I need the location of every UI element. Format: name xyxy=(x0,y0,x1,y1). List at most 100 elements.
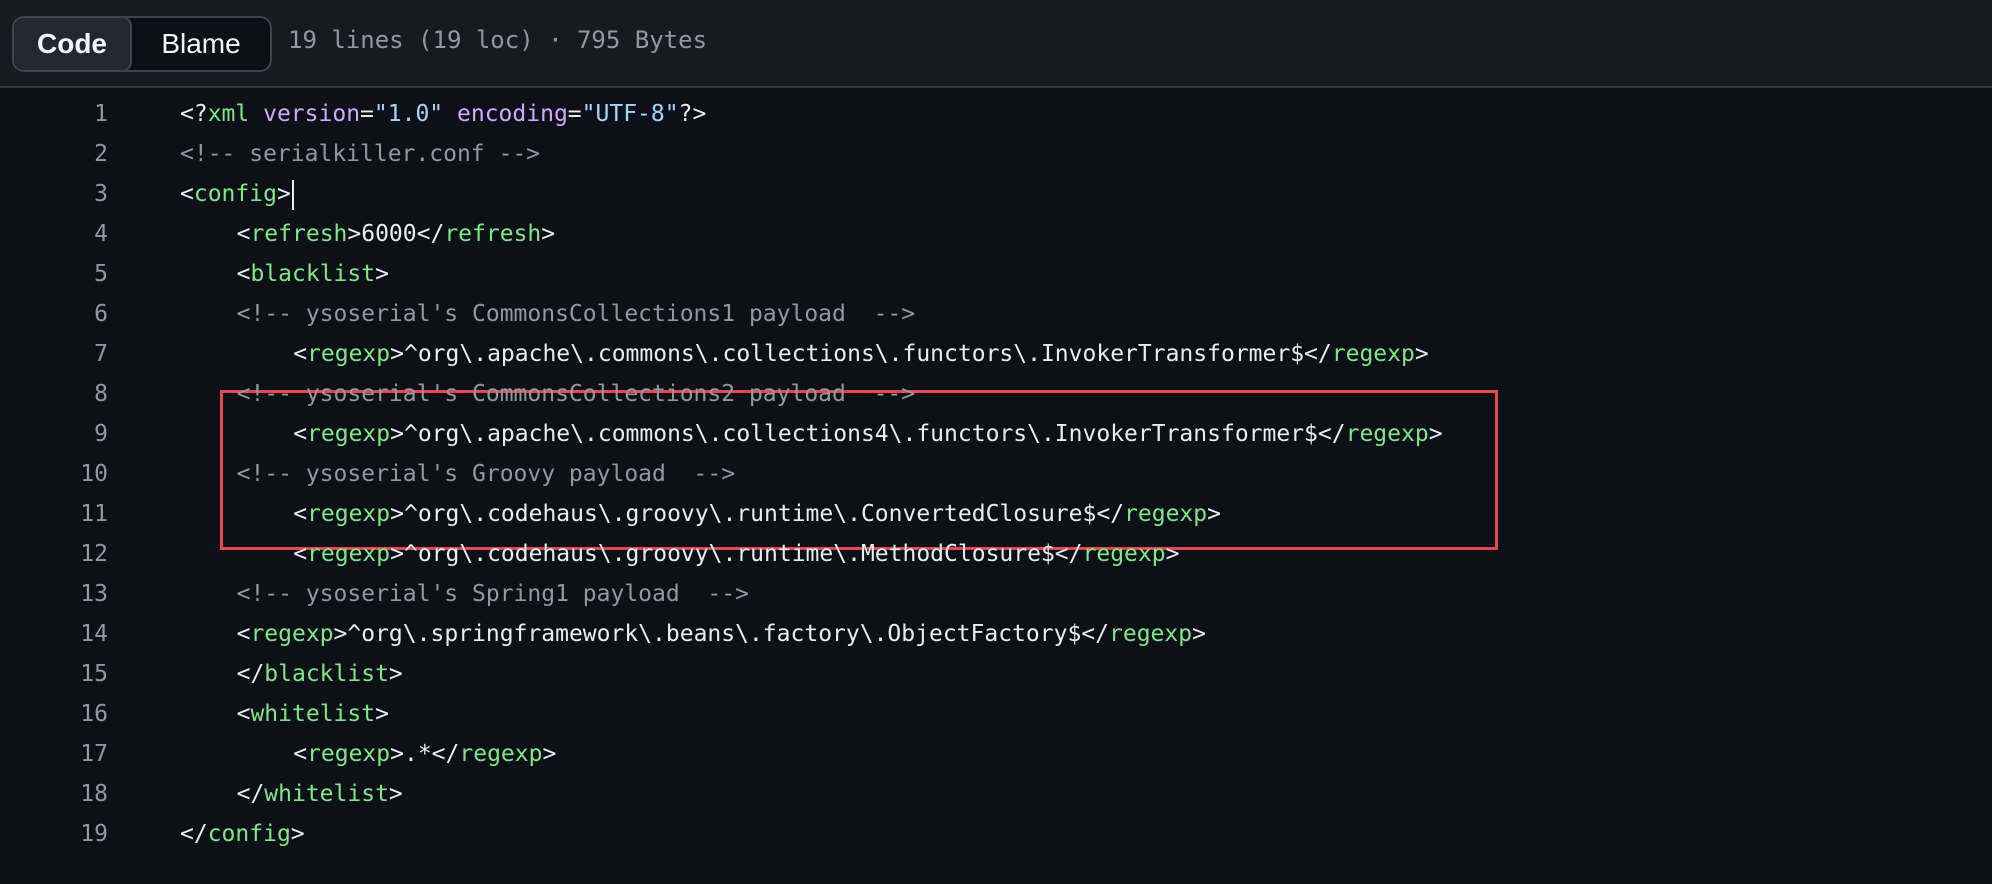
code-line: 18 </whitelist> xyxy=(0,774,1992,814)
code-comment: <!-- ysoserial's CommonsCollections1 pay… xyxy=(236,301,916,327)
code-text: < xyxy=(236,221,251,247)
line-number[interactable]: 13 xyxy=(40,574,108,614)
code-text: > xyxy=(388,781,403,807)
code-tag-name: regexp xyxy=(307,421,391,447)
code-text: >^org\.codehaus\.groovy\.runtime\.Method… xyxy=(390,541,1083,567)
code-text: </ xyxy=(236,781,265,807)
line-number[interactable]: 1 xyxy=(40,94,108,134)
code-line-content: <config> xyxy=(180,174,294,214)
line-number[interactable]: 11 xyxy=(40,494,108,534)
code-tag-name: regexp xyxy=(1345,421,1429,447)
line-number[interactable]: 5 xyxy=(40,254,108,294)
code-line-content: <!-- ysoserial's CommonsCollections1 pay… xyxy=(180,294,916,334)
code-text: > xyxy=(375,261,389,287)
code-text: < xyxy=(293,741,308,767)
line-number[interactable]: 14 xyxy=(40,614,108,654)
code-text: >^org\.codehaus\.groovy\.runtime\.Conver… xyxy=(390,501,1125,527)
code-text: >^org\.apache\.commons\.collections\.fun… xyxy=(390,341,1332,367)
code-string: "1.0" xyxy=(373,101,444,127)
code-line: 11 <regexp>^org\.codehaus\.groovy\.runtim… xyxy=(0,494,1992,534)
blame-tab-button[interactable]: Blame xyxy=(132,18,270,70)
code-attribute: encoding xyxy=(457,101,568,127)
line-number[interactable]: 6 xyxy=(40,294,108,334)
code-string: "UTF-8" xyxy=(581,101,679,127)
code-line-content: <regexp>.*</regexp> xyxy=(180,734,556,774)
line-number[interactable]: 12 xyxy=(40,534,108,574)
code-line-content: </blacklist> xyxy=(180,654,403,694)
line-number[interactable]: 3 xyxy=(40,174,108,214)
code-line: 4 <refresh>6000</refresh> xyxy=(0,214,1992,254)
code-text: ?> xyxy=(678,101,707,127)
line-number[interactable]: 18 xyxy=(40,774,108,814)
code-line-content: </config> xyxy=(180,814,305,854)
code-text: > xyxy=(290,821,305,847)
code-line: 8 <!-- ysoserial's CommonsCollections2 pa… xyxy=(0,374,1992,414)
line-number[interactable]: 9 xyxy=(40,414,108,454)
code-text: < xyxy=(293,501,308,527)
code-tag-name: whitelist xyxy=(264,781,389,807)
code-text: < xyxy=(180,181,194,207)
file-header: Code Blame 19 lines (19 loc) · 795 Bytes xyxy=(0,0,1992,88)
code-attribute: version xyxy=(263,101,361,127)
view-toggle: Code Blame xyxy=(12,16,272,72)
code-tab-button[interactable]: Code xyxy=(14,18,132,70)
line-number[interactable]: 2 xyxy=(40,134,108,174)
code-comment: <!-- ysoserial's CommonsCollections2 pay… xyxy=(236,381,916,407)
code-text: > xyxy=(1428,421,1443,447)
code-line: 5 <blacklist> xyxy=(0,254,1992,294)
code-tag-name: regexp xyxy=(250,621,334,647)
line-number[interactable]: 7 xyxy=(40,334,108,374)
code-line-content: </whitelist> xyxy=(180,774,403,814)
code-view[interactable]: 1 <?xml version="1.0" encoding="UTF-8"?> 2… xyxy=(0,88,1992,884)
code-text: = xyxy=(567,101,582,127)
code-comment: <!-- serialkiller.conf --> xyxy=(180,141,541,167)
code-tag-name: regexp xyxy=(1109,621,1193,647)
code-text: > xyxy=(541,221,556,247)
code-line: 9 <regexp>^org\.apache\.commons\.collecti… xyxy=(0,414,1992,454)
line-number[interactable]: 10 xyxy=(40,454,108,494)
code-tag-name: regexp xyxy=(307,501,391,527)
code-line: 13 <!-- ysoserial's Spring1 payload --> xyxy=(0,574,1992,614)
code-tag-name: refresh xyxy=(444,221,542,247)
code-text: = xyxy=(360,101,374,127)
code-tag-name: xml xyxy=(207,101,250,127)
code-line: 7 <regexp>^org\.apache\.commons\.collecti… xyxy=(0,334,1992,374)
code-text: >.*</ xyxy=(390,741,460,767)
code-line-content: <whitelist> xyxy=(180,694,389,734)
code-line-content: <refresh>6000</refresh> xyxy=(180,214,556,254)
code-text: < xyxy=(236,261,251,287)
code-line: 15 </blacklist> xyxy=(0,654,1992,694)
code-tag-name: regexp xyxy=(307,341,391,367)
code-tag-name: regexp xyxy=(1331,341,1415,367)
code-line-content: <!-- ysoserial's Groovy payload --> xyxy=(180,454,736,494)
code-tag-name: config xyxy=(193,181,277,207)
code-line: 17 <regexp>.*</regexp> xyxy=(0,734,1992,774)
line-number[interactable]: 19 xyxy=(40,814,108,854)
code-text: >^org\.springframework\.beans\.factory\.… xyxy=(333,621,1109,647)
code-line-content: <regexp>^org\.codehaus\.groovy\.runtime\… xyxy=(180,534,1179,574)
code-line: 12 <regexp>^org\.codehaus\.groovy\.runtim… xyxy=(0,534,1992,574)
code-tag-name: blacklist xyxy=(264,661,389,687)
code-tag-name: regexp xyxy=(1082,541,1166,567)
file-info: 19 lines (19 loc) · 795 Bytes xyxy=(288,26,708,54)
code-line-content: <regexp>^org\.springframework\.beans\.fa… xyxy=(180,614,1206,654)
line-number[interactable]: 16 xyxy=(40,694,108,734)
code-text: > xyxy=(388,661,403,687)
code-line-content: <!-- ysoserial's CommonsCollections2 pay… xyxy=(180,374,916,414)
line-number[interactable]: 15 xyxy=(40,654,108,694)
line-number[interactable]: 17 xyxy=(40,734,108,774)
code-text: >^org\.apache\.commons\.collections4\.fu… xyxy=(390,421,1346,447)
code-tag-name: refresh xyxy=(250,221,348,247)
code-text: > xyxy=(375,701,389,727)
line-number[interactable]: 8 xyxy=(40,374,108,414)
code-line: 10 <!-- ysoserial's Groovy payload --> xyxy=(0,454,1992,494)
line-number[interactable]: 4 xyxy=(40,214,108,254)
code-line: 14 <regexp>^org\.springframework\.beans\.… xyxy=(0,614,1992,654)
code-text: < xyxy=(236,701,251,727)
code-tag-name: regexp xyxy=(307,541,391,567)
code-line-content: <!-- serialkiller.conf --> xyxy=(180,134,540,174)
code-line: 1 <?xml version="1.0" encoding="UTF-8"?> xyxy=(0,94,1992,134)
code-text: > xyxy=(1207,501,1221,527)
